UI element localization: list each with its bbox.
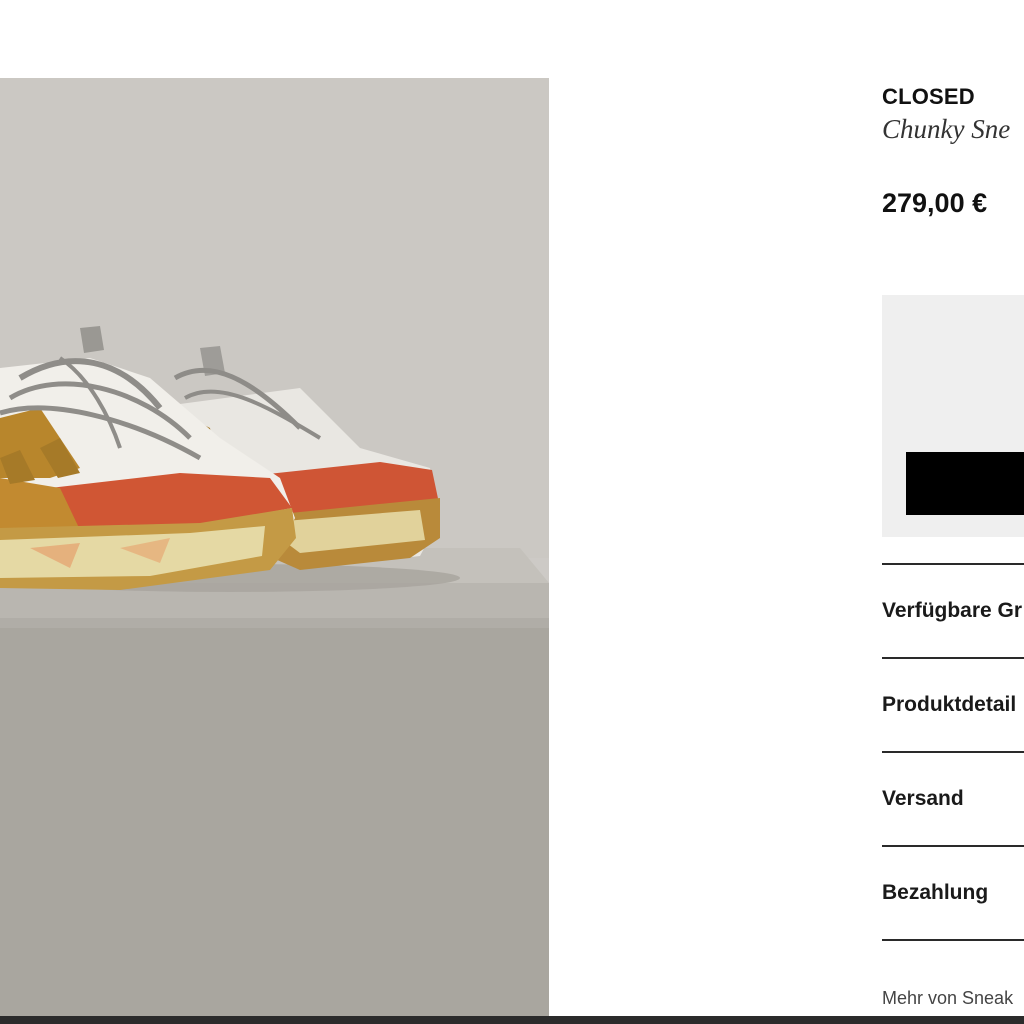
product-title: Chunky Sne [882, 114, 1011, 144]
product-accordion: Verfügbare Gr Produktdetail Versand Beza… [882, 563, 1024, 941]
more-from-category-link[interactable]: Mehr von Sneak [882, 988, 1013, 1009]
accordion-label: Bezahlung [882, 881, 989, 904]
sneaker-photo [0, 78, 549, 1017]
brand-name[interactable]: CLOSED [882, 84, 975, 110]
product-info-panel: CLOSED Chunky Sne 279,00 € Verfügbare Gr… [882, 0, 1024, 1024]
accordion-label: Verfügbare Gr [882, 599, 1023, 622]
accordion-label: Versand [882, 787, 964, 810]
product-price: 279,00 € [882, 188, 988, 218]
accordion-available-sizes[interactable]: Verfügbare Gr [882, 563, 1024, 657]
accordion-shipping[interactable]: Versand [882, 751, 1024, 845]
bottom-bar [0, 1016, 1024, 1024]
accordion-product-details[interactable]: Produktdetail [882, 657, 1024, 751]
add-to-cart-button[interactable] [906, 452, 1024, 515]
product-page: CLOSED Chunky Sne 279,00 € Verfügbare Gr… [0, 0, 1024, 1024]
size-selection-panel [882, 295, 1024, 537]
accordion-payment[interactable]: Bezahlung [882, 845, 1024, 941]
product-image[interactable] [0, 78, 549, 1017]
accordion-label: Produktdetail [882, 693, 1017, 716]
